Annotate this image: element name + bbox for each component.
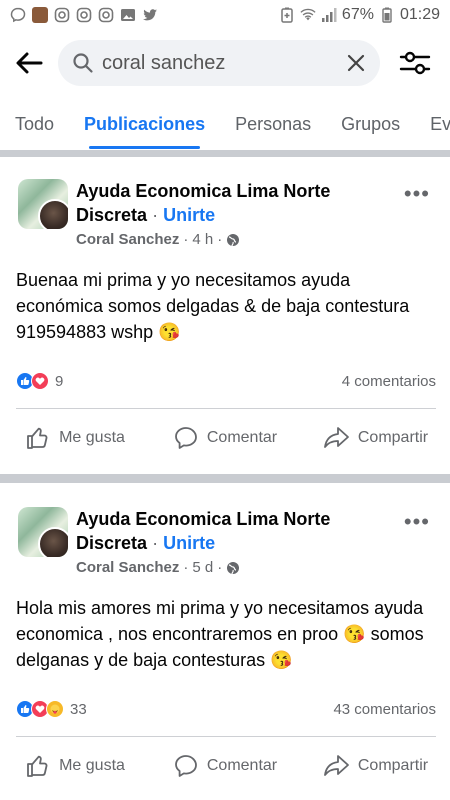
comments-count[interactable]: 43 comentarios [333, 701, 436, 718]
group-avatar[interactable] [18, 507, 68, 557]
clear-search-button[interactable] [346, 53, 366, 73]
instagram-icon [76, 7, 92, 23]
search-input[interactable] [102, 51, 322, 75]
gallery-icon [120, 7, 136, 23]
author-avatar [38, 527, 68, 557]
actions-divider [16, 736, 436, 737]
battery-percent: 67% [341, 6, 374, 23]
tab-eventos[interactable]: Ev [415, 96, 450, 152]
search-header [0, 36, 450, 90]
share-label: Compartir [357, 429, 429, 446]
post-text: Buenaa mi prima y yo necesitamos ayuda e… [16, 270, 410, 342]
wifi-icon [300, 7, 316, 23]
tab-publicaciones[interactable]: Publicaciones [69, 96, 220, 152]
battery-saver-icon [279, 7, 295, 23]
like-label: Me gusta [59, 429, 125, 446]
post-separator [0, 474, 450, 483]
post-text: Hola mis amores mi prima y yo necesitamo… [16, 598, 424, 670]
post-actions: Me gusta Comentar Compartir [0, 744, 450, 788]
join-group-button[interactable]: Unirte [163, 205, 215, 225]
share-button[interactable]: Compartir [300, 425, 450, 451]
search-icon [73, 53, 93, 73]
separator-dot: · [183, 559, 189, 576]
group-name-line1: Ayuda Economica Lima Norte [76, 509, 331, 529]
comment-button[interactable]: Comentar [150, 425, 300, 451]
group-name-line2: Discreta [76, 205, 148, 225]
separator-dot: · [183, 231, 189, 248]
share-button[interactable]: Compartir [300, 753, 450, 779]
tab-grupos[interactable]: Grupos [326, 96, 415, 152]
share-arrow-icon [323, 427, 349, 448]
separator-dot: · [152, 205, 159, 225]
separator-dot: · [152, 533, 159, 553]
signal-icon [321, 7, 337, 23]
filter-button[interactable] [380, 36, 450, 90]
group-name-line1: Ayuda Economica Lima Norte [76, 181, 331, 201]
globe-icon [227, 561, 240, 574]
join-group-button[interactable]: Unirte [163, 533, 215, 553]
more-options-button[interactable]: ••• [404, 181, 430, 207]
more-options-button[interactable]: ••• [404, 509, 430, 535]
globe-icon [227, 233, 240, 246]
thumbs-up-icon [27, 427, 48, 449]
comment-label: Comentar [206, 429, 278, 446]
post-time[interactable]: 5 d [192, 559, 213, 576]
reactions-summary[interactable]: 9 4 comentarios [16, 369, 436, 393]
clock: 01:29 [399, 6, 440, 23]
reactions-summary[interactable]: 33 43 comentarios [16, 697, 436, 721]
instagram-icon [98, 7, 114, 23]
comments-count[interactable]: 4 comentarios [342, 373, 436, 390]
comment-button[interactable]: Comentar [150, 753, 300, 779]
author-name[interactable]: Coral Sanchez [76, 231, 179, 248]
back-arrow-icon [16, 52, 43, 74]
love-reaction-icon [31, 372, 49, 390]
search-bar[interactable] [58, 40, 380, 86]
group-name-line2: Discreta [76, 533, 148, 553]
separator-dot: · [217, 231, 223, 248]
group-avatar[interactable] [18, 179, 68, 229]
care-reaction-icon [46, 700, 64, 718]
post-card: Ayuda Economica Lima Norte Discreta · Un… [0, 485, 450, 800]
post-meta: Coral Sanchez · 5 d · [76, 559, 240, 576]
thumbs-up-icon [27, 755, 48, 777]
post-card: Ayuda Economica Lima Norte Discreta · Un… [0, 157, 450, 474]
post-meta: Coral Sanchez · 4 h · [76, 231, 240, 248]
status-bar: 67% 01:29 [0, 0, 450, 30]
section-divider [0, 150, 450, 157]
share-arrow-icon [323, 755, 349, 776]
reaction-count: 33 [70, 700, 87, 718]
author-name[interactable]: Coral Sanchez [76, 559, 179, 576]
tab-personas[interactable]: Personas [220, 96, 326, 152]
battery-icon [379, 7, 395, 23]
filter-sliders-icon [399, 51, 431, 75]
separator-dot: · [217, 559, 223, 576]
reaction-count: 9 [55, 372, 64, 390]
like-label: Me gusta [59, 757, 125, 774]
actions-divider [16, 408, 436, 409]
comment-icon [174, 755, 197, 777]
instagram-icon [54, 7, 70, 23]
back-button[interactable] [0, 36, 58, 90]
like-button[interactable]: Me gusta [0, 425, 150, 451]
group-name[interactable]: Ayuda Economica Lima Norte Discreta · Un… [76, 507, 376, 555]
author-avatar [38, 199, 68, 229]
search-tabs: Todo Publicaciones Personas Grupos Ev [0, 96, 450, 152]
share-label: Compartir [357, 757, 429, 774]
like-button[interactable]: Me gusta [0, 753, 150, 779]
messenger-icon [10, 7, 26, 23]
post-time[interactable]: 4 h [192, 231, 213, 248]
twitter-icon [142, 7, 158, 23]
post-actions: Me gusta Comentar Compartir [0, 416, 450, 460]
comment-label: Comentar [206, 757, 278, 774]
group-name[interactable]: Ayuda Economica Lima Norte Discreta · Un… [76, 179, 376, 227]
tab-todo[interactable]: Todo [0, 96, 69, 152]
close-icon [347, 54, 365, 72]
app-thumbnail-icon [32, 7, 48, 23]
comment-icon [174, 427, 197, 449]
